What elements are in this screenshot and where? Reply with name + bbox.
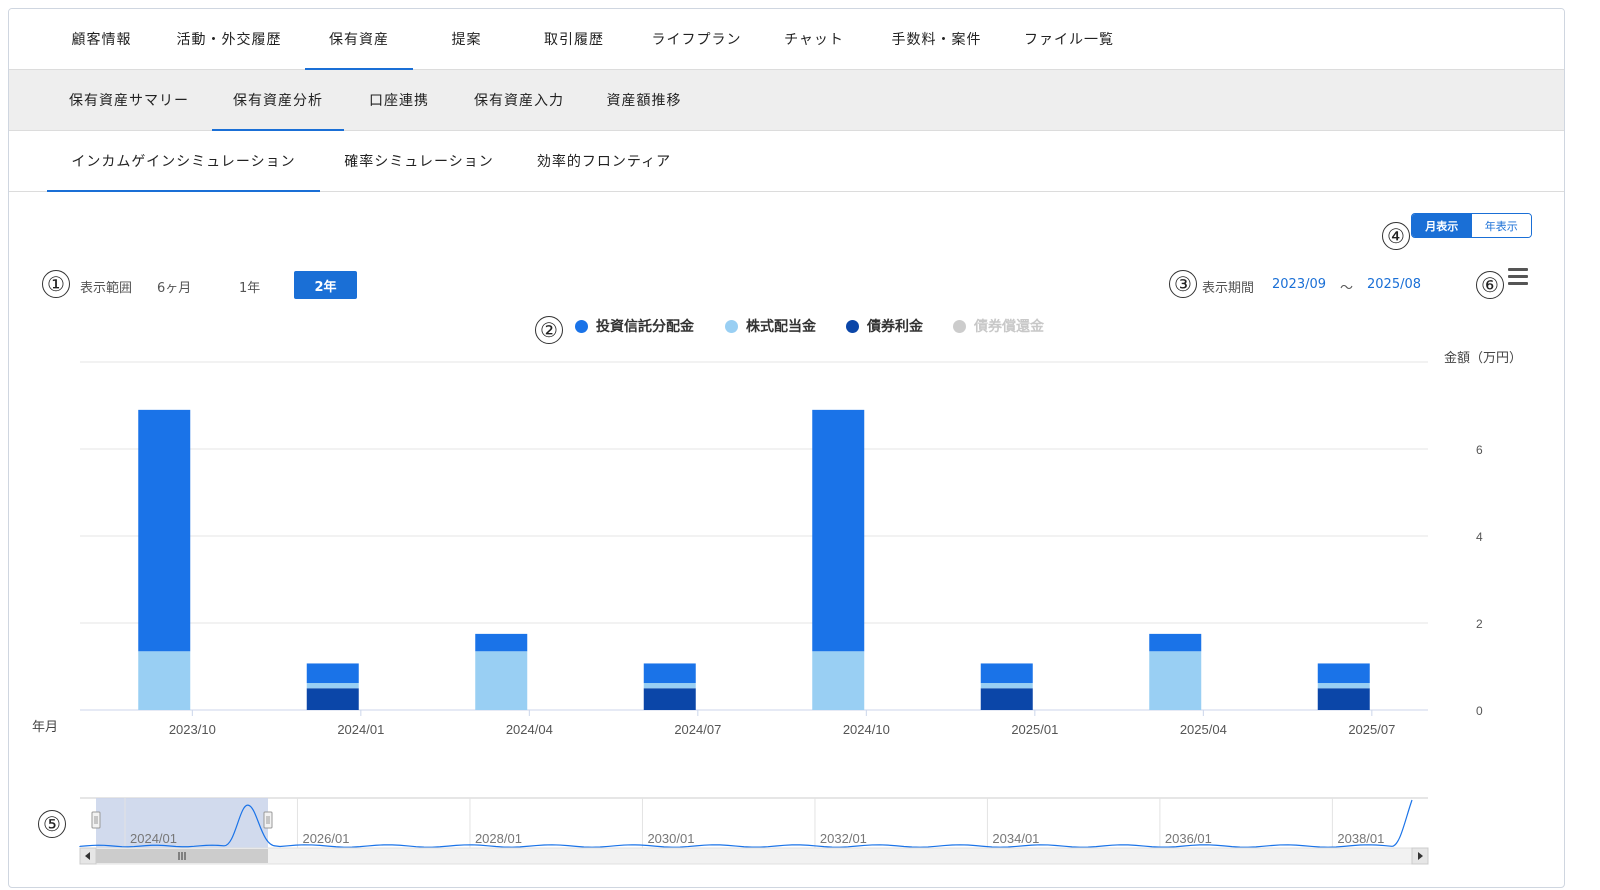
marker-5: ⑤: [38, 810, 66, 838]
main-tab-bar: 顧客情報 活動・外交履歴 保有資産 提案 取引履歴 ライフプラン チャット 手数…: [9, 9, 1564, 70]
chart-menu-icon[interactable]: [1508, 268, 1528, 286]
legend-item-bond-redemption[interactable]: 債券償還金: [953, 316, 1044, 336]
marker-4: ④: [1382, 222, 1410, 250]
tab-account-link[interactable]: 口座連携: [354, 70, 444, 130]
marker-2: ②: [535, 316, 563, 344]
period-label: 表示期間: [1202, 281, 1255, 296]
app-frame: 顧客情報 活動・外交履歴 保有資産 提案 取引履歴 ライフプラン チャット 手数…: [8, 8, 1565, 888]
marker-1: ①: [42, 270, 70, 298]
period-separator: ～: [1340, 281, 1354, 296]
tab-life-plan[interactable]: ライフプラン: [634, 9, 759, 69]
legend-label-bond-redemption: 債券償還金: [974, 319, 1044, 335]
tab-customer-info[interactable]: 顧客情報: [54, 9, 149, 69]
tab-income-gain-simulation[interactable]: インカムゲインシミュレーション: [47, 131, 320, 192]
tab-efficient-frontier[interactable]: 効率的フロンティア: [524, 131, 684, 191]
legend-item-bond-interest[interactable]: 債券利金: [846, 316, 923, 336]
tab-asset-trend[interactable]: 資産額推移: [589, 70, 699, 130]
tab-probability-simulation[interactable]: 確率シミュレーション: [329, 131, 509, 191]
view-mode-toggle: 月表示 年表示: [1411, 213, 1532, 238]
tab-proposal[interactable]: 提案: [429, 9, 504, 69]
range-6-months-button[interactable]: 6ヶ月: [157, 277, 191, 296]
tab-chat[interactable]: チャット: [769, 9, 859, 69]
legend-dot-stock-dividend: [725, 319, 738, 333]
legend-dot-bond-redemption: [953, 319, 966, 333]
tab-holdings-analysis[interactable]: 保有資産分析: [212, 70, 344, 131]
marker-6: ⑥: [1476, 271, 1504, 299]
tab-file-list[interactable]: ファイル一覧: [1009, 9, 1129, 69]
legend-label-investment-trust: 投資信託分配金: [596, 319, 694, 335]
period-start-date[interactable]: 2023/09: [1272, 277, 1326, 292]
legend-label-stock-dividend: 株式配当金: [746, 319, 816, 335]
marker-3: ③: [1169, 270, 1197, 298]
legend-item-stock-dividend[interactable]: 株式配当金: [725, 316, 816, 336]
legend-label-bond-interest: 債券利金: [867, 319, 923, 335]
legend-dot-investment-trust: [575, 319, 588, 333]
monthly-view-button[interactable]: 月表示: [1412, 214, 1472, 237]
tab-holdings-input[interactable]: 保有資産入力: [459, 70, 579, 130]
range-label: 表示範囲: [80, 281, 133, 296]
simulation-tab-bar: インカムゲインシミュレーション 確率シミュレーション 効率的フロンティア: [9, 131, 1564, 192]
tab-holdings-summary[interactable]: 保有資産サマリー: [54, 70, 204, 130]
legend-dot-bond-interest: [846, 319, 859, 333]
sub-tab-bar: 保有資産サマリー 保有資産分析 口座連携 保有資産入力 資産額推移: [9, 70, 1564, 131]
legend-item-investment-trust[interactable]: 投資信託分配金: [575, 316, 694, 336]
range-2-years-button[interactable]: 2年: [294, 271, 357, 299]
yearly-view-button[interactable]: 年表示: [1471, 214, 1531, 237]
tab-activity-history[interactable]: 活動・外交履歴: [159, 9, 299, 69]
period-end-date[interactable]: 2025/08: [1367, 277, 1421, 292]
tab-trade-history[interactable]: 取引履歴: [524, 9, 624, 69]
tab-holdings[interactable]: 保有資産: [305, 9, 413, 70]
tab-fees-cases[interactable]: 手数料・案件: [874, 9, 999, 69]
range-1-year-button[interactable]: 1年: [239, 277, 260, 296]
